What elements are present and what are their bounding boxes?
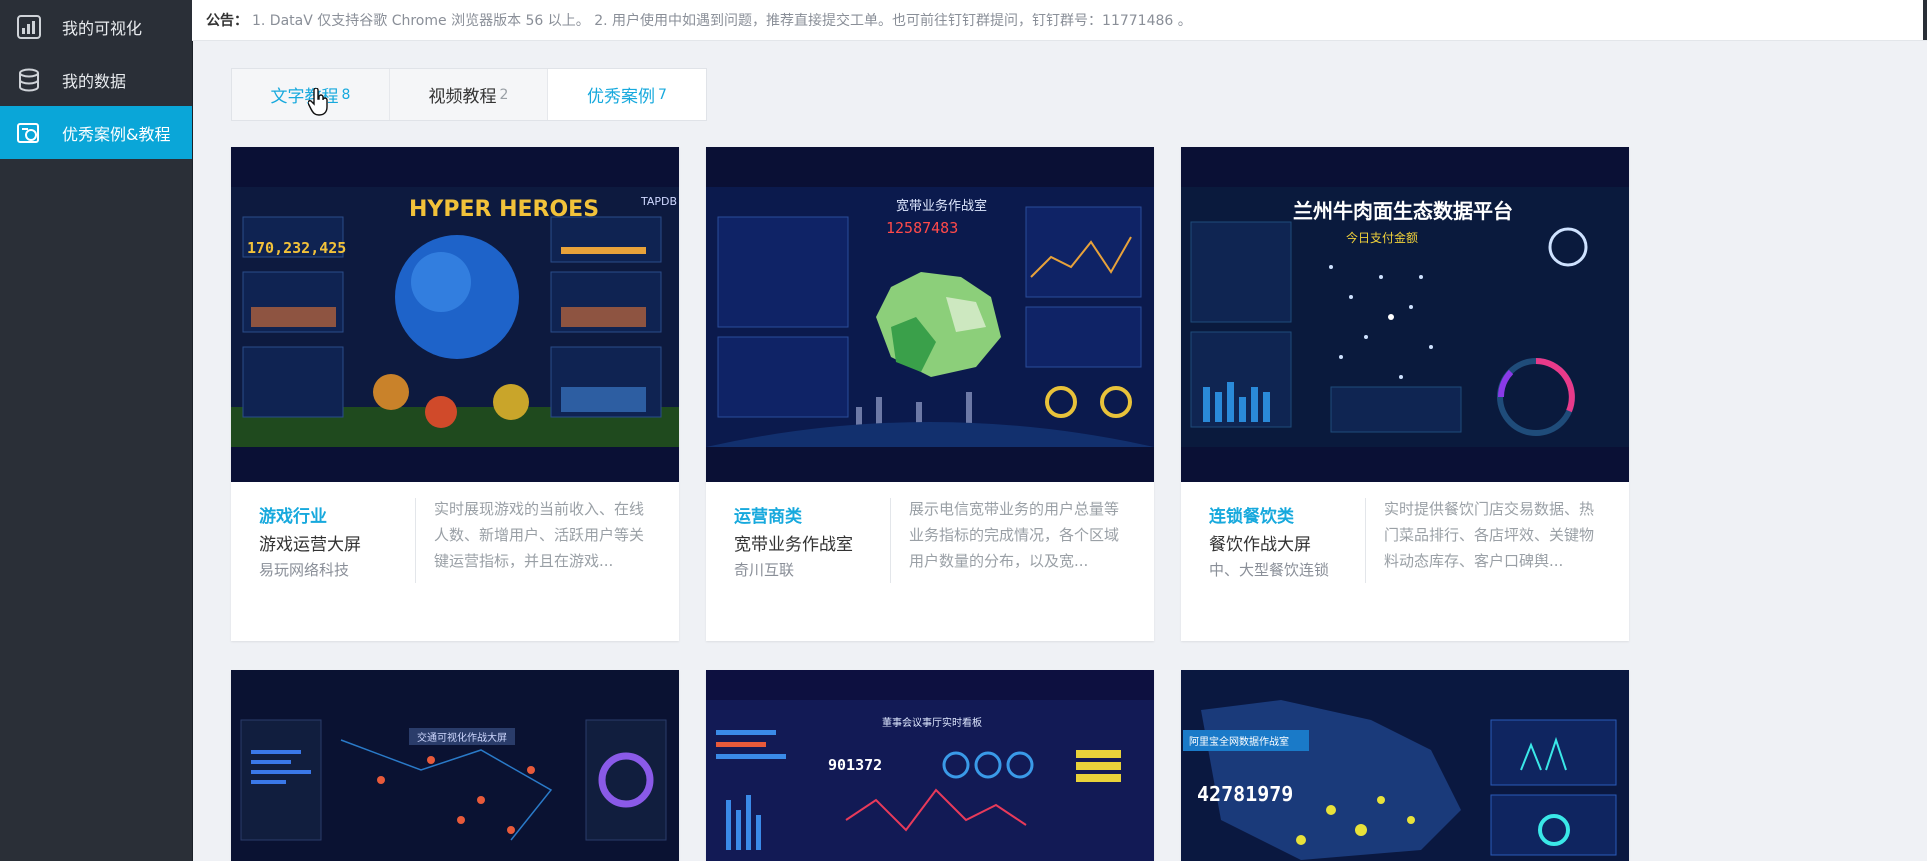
case-info: 运营商类 宽带业务作战室 奇川互联 展示电信宽带业务的用户总量等业务指标的完成情…: [706, 482, 1154, 641]
thumb-metric: 42781979: [1197, 782, 1294, 806]
case-thumbnail: 阿里宝全网数据作战室 42781979: [1181, 670, 1629, 861]
case-thumbnail: 兰州牛肉面生态数据平台 今日支付金额: [1181, 147, 1629, 482]
case-name: 餐饮作战大屏: [1209, 535, 1311, 555]
case-thumbnail: 董事会议事厅实时看板 901372: [706, 670, 1154, 861]
thumb-title: 董事会议事厅实时看板: [882, 718, 982, 729]
sidebar-item-cases-tutorials[interactable]: 优秀案例&教程: [0, 106, 192, 159]
case-org: 奇川互联: [734, 561, 795, 579]
sidebar: 我的可视化 我的数据 优秀案例&教程: [0, 0, 193, 861]
case-description: 实时展现游戏的当前收入、在线人数、新增用户、活跃用户等关键运营指标，并且在游戏.…: [434, 500, 645, 570]
thumb-brand: TAPDB: [641, 195, 678, 208]
tab-video-tutorials[interactable]: 视频教程 2: [390, 69, 548, 120]
sidebar-item-my-visualization[interactable]: 我的可视化: [0, 0, 192, 53]
case-description: 展示电信宽带业务的用户总量等业务指标的完成情况，各个区域用户数量的分布，以及宽.…: [909, 500, 1120, 570]
tab-count: 8: [341, 86, 351, 103]
cases-icon: [14, 118, 44, 148]
case-org: 中、大型餐饮连锁: [1209, 561, 1330, 579]
announcement-label: 公告：: [206, 13, 248, 29]
case-category: 连锁餐饮类: [1209, 507, 1294, 527]
sidebar-item-label: 我的数据: [62, 71, 127, 91]
thumb-title: 宽带业务作战室: [896, 199, 988, 214]
case-card-restaurant[interactable]: 兰州牛肉面生态数据平台 今日支付金额 连锁餐饮类 餐饮作战大屏 中、大型餐饮连锁…: [1181, 147, 1629, 641]
sidebar-item-label: 我的可视化: [62, 18, 143, 38]
case-category: 运营商类: [734, 507, 802, 527]
case-card-telecom[interactable]: 宽带业务作战室 12587483 运营商类 宽带业务作战室 奇川互联 展示电信宽…: [706, 147, 1154, 641]
sidebar-item-my-data[interactable]: 我的数据: [0, 53, 192, 106]
thumb-title: 交通可视化作战大屏: [409, 728, 515, 745]
case-description: 实时提供餐饮门店交易数据、热门菜品排行、各店坪效、关键物料动态库存、客户口碑舆.…: [1384, 500, 1595, 570]
case-thumbnail: 交通可视化作战大屏: [231, 670, 679, 861]
thumb-title: 兰州牛肉面生态数据平台: [1293, 199, 1513, 223]
case-card-game[interactable]: HYPER HEROES TAPDB 170,232,425 游戏行业 游戏运营…: [231, 147, 679, 641]
announcement-bar: 公告： 1. DataV 仅支持谷歌 Chrome 浏览器版本 56 以上。 2…: [192, 0, 1927, 41]
thumb-metric: 12587483: [886, 219, 959, 237]
thumb-metric: 170,232,425: [247, 239, 347, 257]
tab-excellent-cases[interactable]: 优秀案例 7: [548, 69, 706, 120]
tab-count: 2: [499, 86, 509, 103]
tab-bar: 文字教程 8 视频教程 2 优秀案例 7: [231, 68, 707, 121]
thumb-subtitle: 今日支付金额: [1346, 231, 1419, 245]
database-icon: [14, 65, 44, 95]
case-thumbnail: HYPER HEROES TAPDB 170,232,425: [231, 147, 679, 482]
dashboard-icon: [14, 12, 44, 42]
tab-count: 7: [658, 86, 667, 103]
tab-label: 优秀案例: [587, 87, 656, 107]
case-name: 游戏运营大屏: [259, 535, 361, 555]
case-org: 易玩网络科技: [259, 561, 350, 579]
case-thumbnail: 宽带业务作战室 12587483: [706, 147, 1154, 482]
case-category: 游戏行业: [259, 507, 327, 527]
thumb-metric: 901372: [828, 756, 883, 774]
announcement-text: 1. DataV 仅支持谷歌 Chrome 浏览器版本 56 以上。 2. 用户…: [252, 13, 1192, 29]
tab-label: 视频教程: [428, 87, 497, 107]
case-info: 游戏行业 游戏运营大屏 易玩网络科技 实时展现游戏的当前收入、在线人数、新增用户…: [231, 482, 679, 641]
case-info: 连锁餐饮类 餐饮作战大屏 中、大型餐饮连锁 实时提供餐饮门店交易数据、热门菜品排…: [1181, 482, 1629, 641]
case-name: 宽带业务作战室: [734, 535, 853, 555]
hand-cursor-icon: [307, 87, 330, 120]
case-card-traffic[interactable]: 交通可视化作战大屏: [231, 670, 679, 861]
thumb-logo: HYPER HEROES: [409, 197, 600, 222]
thumb-title: 阿里宝全网数据作战室: [1183, 730, 1309, 751]
sidebar-item-label: 优秀案例&教程: [62, 124, 171, 144]
case-card-ecommerce[interactable]: 阿里宝全网数据作战室 42781979: [1181, 670, 1629, 861]
case-card-board-meeting[interactable]: 董事会议事厅实时看板 901372: [706, 670, 1154, 861]
